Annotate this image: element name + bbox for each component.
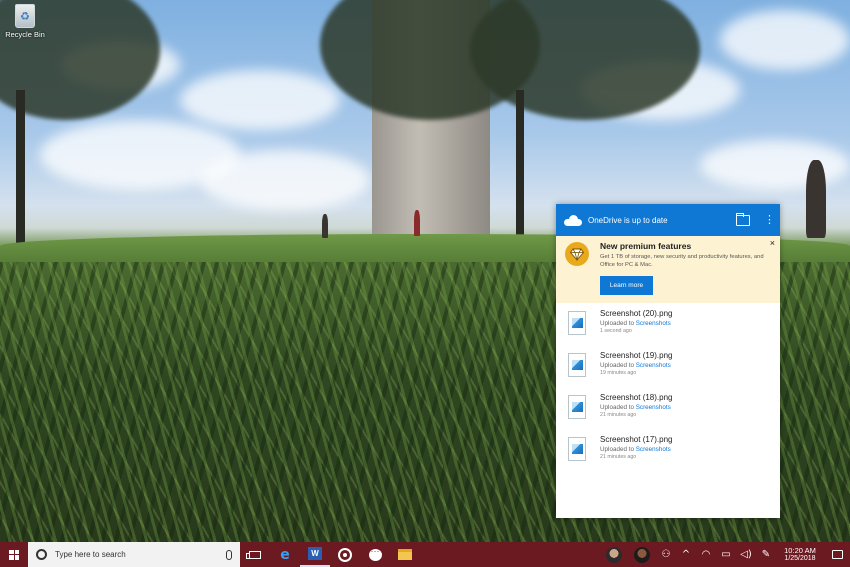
taskbar: e W ⚇ ^ ◠ ▭ ◁) ✎ 10:20 AM 1/25/2018 <box>0 542 850 567</box>
cloud-shape <box>200 150 370 210</box>
cloud-shape <box>700 140 850 190</box>
file-time: 1 second ago <box>600 328 632 335</box>
microphone-icon[interactable] <box>226 549 232 560</box>
taskbar-search[interactable] <box>28 542 240 567</box>
file-name: Screenshot (17).png <box>600 435 673 444</box>
more-icon[interactable]: ⋮ <box>764 214 775 226</box>
tree-trunk <box>16 90 25 250</box>
learn-more-button[interactable]: Learn more <box>600 275 653 295</box>
avatar[interactable] <box>606 546 622 563</box>
chat-icon <box>368 546 382 561</box>
list-item[interactable]: Screenshot (19).png Uploaded to Screensh… <box>556 351 780 393</box>
file-time: 19 minutes ago <box>600 370 637 377</box>
notification-icon <box>831 550 843 559</box>
image-file-icon <box>568 395 586 419</box>
edge-button[interactable]: e <box>270 542 300 567</box>
list-item[interactable]: Screenshot (20).png Uploaded to Screensh… <box>556 309 780 351</box>
word-icon: W <box>308 547 322 560</box>
close-icon[interactable]: × <box>770 238 775 248</box>
image-file-icon <box>568 353 586 377</box>
recycle-bin[interactable]: ♻ Recycle Bin <box>4 4 46 39</box>
file-time: 21 minutes ago <box>600 454 637 461</box>
folder-link[interactable]: Screenshots <box>636 362 671 369</box>
image-file-icon <box>568 311 586 335</box>
file-time: 21 minutes ago <box>600 412 637 419</box>
action-center-button[interactable] <box>824 550 850 559</box>
network-icon[interactable]: ◠ <box>696 549 716 560</box>
start-button[interactable] <box>0 542 28 567</box>
messaging-button[interactable] <box>360 542 390 567</box>
battery-icon[interactable]: ▭ <box>716 549 736 560</box>
promo-description: Get 1 TB of storage, new security and pr… <box>600 254 764 268</box>
clock-time: 10:20 AM <box>784 545 816 555</box>
groove-music-icon <box>338 547 352 562</box>
search-input[interactable] <box>55 550 226 559</box>
cloud-shape <box>720 10 850 70</box>
clock-date: 1/25/2018 <box>784 554 816 562</box>
list-item[interactable]: Screenshot (18).png Uploaded to Screensh… <box>556 393 780 435</box>
recent-files-list: Screenshot (20).png Uploaded to Screensh… <box>556 303 780 477</box>
folder-link[interactable]: Screenshots <box>636 320 671 327</box>
person-silhouette <box>322 214 328 238</box>
tree-trunk <box>516 90 524 240</box>
file-name: Screenshot (20).png <box>600 309 673 318</box>
onedrive-flyout: OneDrive is up to date ⋮ × New premium f… <box>556 204 780 518</box>
clock[interactable]: 10:20 AM 1/25/2018 <box>776 546 824 563</box>
groove-music-button[interactable] <box>330 542 360 567</box>
folder-icon[interactable] <box>736 212 750 226</box>
onedrive-status-title: OneDrive is up to date <box>588 215 668 225</box>
avatar[interactable] <box>634 546 650 563</box>
recycle-bin-icon: ♻ <box>15 4 35 28</box>
file-name: Screenshot (19).png <box>600 351 673 360</box>
premium-promo: × New premium features Get 1 TB of stora… <box>556 236 780 303</box>
task-view-button[interactable] <box>240 542 270 567</box>
list-item[interactable]: Screenshot (17).png Uploaded to Screensh… <box>556 435 780 477</box>
promo-title: New premium features <box>600 241 692 251</box>
file-explorer-icon <box>398 549 412 560</box>
file-name: Screenshot (18).png <box>600 393 673 402</box>
file-upload-status: Uploaded to Screenshots <box>600 403 671 411</box>
edge-icon: e <box>280 546 290 563</box>
windows-logo-icon <box>9 549 19 560</box>
cloud-shape <box>180 70 340 130</box>
task-view-icon <box>246 550 261 559</box>
image-file-icon <box>568 437 586 461</box>
word-button[interactable]: W <box>300 542 330 567</box>
onedrive-header: OneDrive is up to date ⋮ <box>556 204 780 236</box>
folder-link[interactable]: Screenshots <box>636 404 671 411</box>
file-explorer-button[interactable] <box>390 542 420 567</box>
person-silhouette <box>414 210 420 236</box>
file-upload-status: Uploaded to Screenshots <box>600 445 671 453</box>
recycle-bin-label: Recycle Bin <box>5 30 45 39</box>
file-upload-status: Uploaded to Screenshots <box>600 361 671 369</box>
chevron-up-icon[interactable]: ^ <box>676 549 696 560</box>
person-silhouette <box>806 160 826 238</box>
diamond-icon <box>565 242 589 266</box>
people-icon[interactable]: ⚇ <box>656 549 676 560</box>
cortana-icon[interactable] <box>36 549 47 560</box>
volume-icon[interactable]: ◁) <box>736 549 756 560</box>
cloud-icon <box>564 214 582 226</box>
pen-icon[interactable]: ✎ <box>756 549 776 560</box>
system-tray: ⚇ ^ ◠ ▭ ◁) ✎ 10:20 AM 1/25/2018 <box>600 542 850 567</box>
file-upload-status: Uploaded to Screenshots <box>600 319 671 327</box>
folder-link[interactable]: Screenshots <box>636 446 671 453</box>
